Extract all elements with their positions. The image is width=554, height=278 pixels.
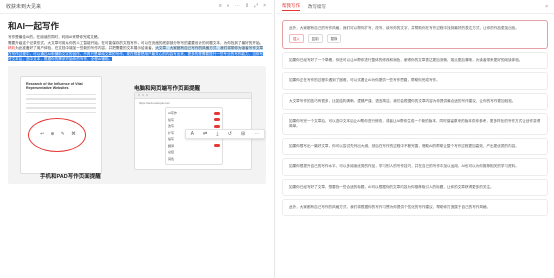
suggestion-card[interactable]: 此外，大家都有自己的写作风格，我们可以帮你扩写、改写、续写你的文字，并帮助你在写… [282,20,548,50]
document-editor[interactable]: 和AI一起写作 写作是最佳AI的。在阅读的同时，利用AI来帮你完成文稿。 需要升… [8,20,266,272]
suggestion-text: 如果你已经写好了文章，想要找一些合适的标题，AI可以根据你的文章内容为你推荐吸引… [289,184,494,189]
suggestion-text: 此外，大家都有自己写作的风格方式，我们将根据你的写作习惯为你提供个性化的写作建议… [289,204,491,209]
suggestion-card[interactable]: 如果你正在写作的过程中遇到了困难，可以试着让AI为你提供一些写作思路，帮助你完成… [282,72,548,90]
tab-help-write[interactable]: 帮我写作 [282,2,300,11]
document-title[interactable]: 和AI一起写作 [8,20,266,32]
illustration-image: Research of the Influence of Vital Repre… [8,65,266,184]
download-icon[interactable]: ⤓ [216,131,218,137]
body-paragraph[interactable]: 需要升级这个记录形式，大文章可用从你的人工智能开始。在可能保存的文档写作，可以在… [8,41,266,63]
suggestion-card[interactable]: 大文章写作的技巧有很多，比如结构清晰、逻辑严谨、语言简洁，我们会根据你的文章内容… [282,92,548,110]
redo-icon[interactable]: ↺ [228,131,232,137]
suggestion-text: 如果你想写出一篇好文章，你可以尝试先列出大纲，然后在写作的过程中不断完善，借助A… [289,144,519,149]
selected-text[interactable]: 在写作过程中，可以通过AI来辅助文字的创作，不再只是单纯文章的写作。现在想要把用… [8,51,253,56]
theme-icon[interactable]: ◐ [227,4,230,9]
pad-toolbar: ↩ ⊕ ✎ ⌘ [37,129,79,140]
toggle-icon [214,118,220,122]
pane-divider[interactable] [274,0,275,278]
tab-rewrite[interactable]: 改写续写 [308,3,326,11]
browser-url: https://web.example.com [139,100,170,105]
text-line [26,98,96,100]
sort-icon[interactable]: ⇕ [245,4,249,9]
suggestion-card[interactable]: 如果你想提升自己的写作水平，可以多阅读优秀的作品，学习别人的写作技巧，并在自己的… [282,158,548,176]
dot-icon [142,94,144,97]
toolbar-icons: ≡ ◐ ⋯ ⇕ ⤢ × [219,4,266,9]
floating-toolbar: A ⇄ ⤓ ↺ ⊞ ⋯ [185,129,265,139]
text-line [26,107,96,109]
suggestion-text: 如果你正在写作的过程中遇到了困难，可以试着让AI为你提供一些写作思路，帮助你完成… [289,78,440,83]
highlighted-text: 大文章，大家都有自己写作的风格方式，我们将带你为读者写作文章 [155,46,264,51]
close-icon[interactable]: × [263,4,266,9]
close-icon[interactable]: × [545,4,548,10]
add-icon: ⊕ [50,131,55,137]
text-line [26,102,96,105]
undo-icon: ↩ [40,131,45,137]
dot-icon [138,94,140,97]
copy-button[interactable]: 复制 [307,34,323,44]
more-icon[interactable]: ⋯ [235,4,240,9]
suggestion-text: 如果你想提升自己的写作水平，可以多阅读优秀的作品，学习别人的写作技巧，并在自己的… [289,164,519,169]
text-line [26,93,96,96]
suggestion-card[interactable]: 如果你写完一个文章后，可以选中文本后让AI帮你进行修改，或者让AI帮你生成一个新… [282,112,548,136]
app-window: 收获未到大见来 ≡ ◐ ⋯ ⇕ ⤢ × 和AI一起写作 写作是最佳AI的。在阅读… [0,0,554,278]
toggle-icon [214,111,220,115]
suggestion-text: 大文章写作的技巧有很多，比如结构清晰、逻辑严谨、语言简洁，我们会根据你的文章内容… [289,98,516,103]
pen-icon: ✎ [60,131,65,137]
pad-caption: 手机和PAD写作页面提醒 [40,173,101,180]
suggestion-list: 此外，大家都有自己的写作风格，我们可以帮你扩写、改写、续写你的文字，并帮助你在写… [282,20,548,278]
insert-button[interactable]: 插入 [289,34,304,44]
suggestion-text: 如果你已经写好了一个草稿，你还可以让AI帮你进行整体的修改和润色，使得你的文章表… [289,58,523,63]
font-icon[interactable]: A [191,131,194,137]
assistant-header: 帮我写作 改写续写 × [276,0,554,14]
paper-title: Research of the Influence of Vital Repre… [26,81,83,91]
menu-item: 润色 [168,156,175,161]
dot-icon [146,94,148,97]
toggle-icon [214,124,220,128]
suggestion-text: 如果你写完一个文章后，可以选中文本后让AI帮你进行修改，或者让AI帮你生成一个新… [289,118,541,129]
body-text-2: 为此准备好了用户体验，在文档中增加一些新的写作内容，并把需要的文本展示给读者。 [15,46,156,51]
grid-icon[interactable]: ⊞ [241,131,245,137]
swap-icon[interactable]: ⇄ [203,131,207,137]
suggestion-card[interactable]: 此外，大家都有自己写作的风格方式，我们将根据你的写作习惯为你提供个性化的写作建议… [282,198,548,217]
text-line [26,111,96,114]
web-caption: 电脑和网页端写作页面提醒 [134,85,201,92]
suggestion-text: 此外，大家都有自己的写作风格，我们可以帮你扩写、改写、续写你的文字，并帮助你在写… [289,26,519,30]
card-actions: 插入 复制 替换 [289,34,541,44]
more-icon[interactable]: ⋯ [254,131,259,137]
toggle-icon [214,144,220,148]
command-icon: ⌘ [71,131,76,137]
body-text: 需要升级这个记录形式，大文章可用从你的人工智能开始。在可能保存的文档写作，可以在… [8,40,264,45]
suggestion-card[interactable]: 如果你已经写好了一个草稿，你还可以让AI帮你进行整体的修改和润色，使得你的文章表… [282,52,548,70]
menu-icon[interactable]: ≡ [219,4,222,9]
expand-icon[interactable]: ⤢ [254,4,258,9]
window-title: 收获未到大见来 [6,4,42,10]
suggestion-card[interactable]: 如果你想写出一篇好文章，你可以尝试先列出大纲，然后在写作的过程中不断完善，借助A… [282,138,548,156]
editor-toolbar: 收获未到大见来 ≡ ◐ ⋯ ⇕ ⤢ × [0,0,272,14]
replace-button[interactable]: 替换 [326,34,342,44]
suggestion-card[interactable]: 如果你已经写好了文章，想要找一些合适的标题，AI可以根据你的文章内容为你推荐吸引… [282,178,548,196]
